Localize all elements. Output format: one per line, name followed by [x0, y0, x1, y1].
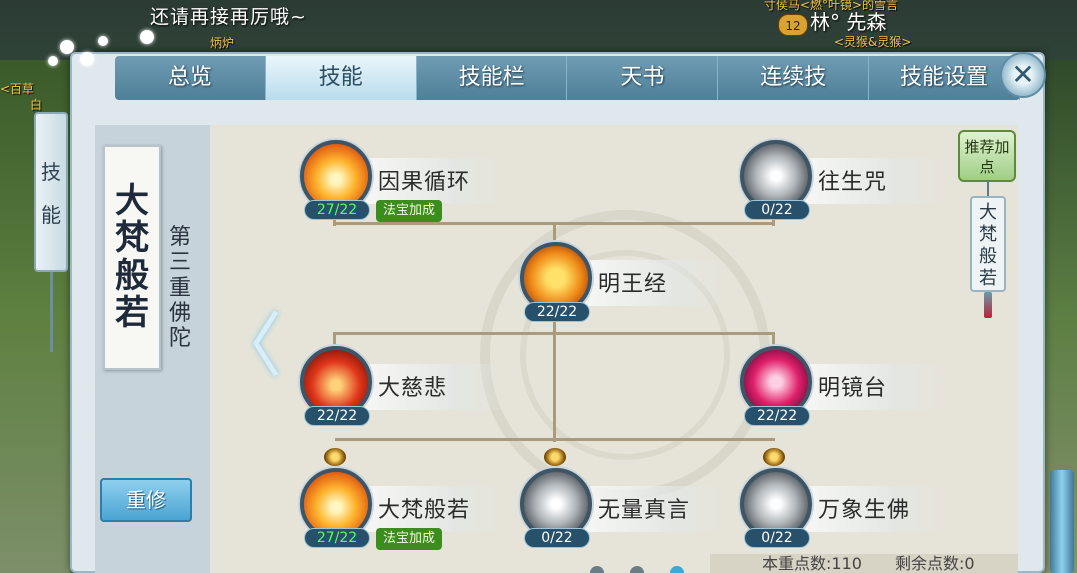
school-tag-char: 若	[979, 268, 997, 289]
side-tab-char: 能	[41, 203, 61, 227]
player-level-badge: 12	[778, 14, 808, 36]
page-dot[interactable]	[630, 566, 644, 573]
left-edge-text: 白	[30, 98, 43, 112]
tab-combo-skills[interactable]: 连续技	[718, 56, 870, 100]
skill-node[interactable]: 大慈悲 22/22	[298, 346, 508, 426]
remaining-points: 剩余点数:0	[895, 554, 975, 573]
subtitle-char: 重	[168, 275, 191, 301]
stage-points: 本重点数:110	[762, 554, 862, 573]
subtitle-char: 第	[168, 225, 191, 250]
skill-node[interactable]: 因果循环 27/22 法宝加成	[298, 140, 508, 222]
previous-page-arrow-icon[interactable]: 〈	[212, 310, 282, 390]
school-name-card: 大 梵 般 若	[103, 145, 161, 370]
tab-bar: 总览 技能 技能栏 天书 连续技 技能设置	[115, 56, 1020, 100]
skill-name: 万象生佛	[818, 498, 911, 523]
skill-name: 往生咒	[818, 170, 888, 195]
skill-level-count: 22/22	[744, 406, 810, 426]
right-scroll-rod	[1050, 470, 1074, 573]
skill-name: 大慈悲	[378, 376, 448, 401]
school-name-char: 梵	[115, 218, 149, 259]
hud-small-text: 炳炉	[210, 36, 235, 50]
tab-skills[interactable]: 技能	[265, 56, 417, 100]
tab-skill-bar[interactable]: 技能栏	[417, 56, 568, 100]
page-dot-active[interactable]	[670, 566, 684, 573]
subtitle-char: 佛	[168, 300, 191, 326]
left-edge-text: <百草	[0, 82, 35, 96]
tag-cord	[987, 180, 989, 196]
skill-node[interactable]: 明镜台 22/22	[738, 346, 948, 426]
skill-node[interactable]: 往生咒 0/22	[738, 140, 948, 220]
tree-connector	[335, 438, 775, 441]
skill-name: 因果循环	[378, 170, 471, 195]
skill-level-count: 22/22	[524, 302, 590, 322]
school-name-char: 若	[115, 292, 149, 333]
side-tab-skills[interactable]: 技 能	[34, 112, 68, 272]
tab-overview[interactable]: 总览	[115, 56, 266, 100]
recommend-points-button[interactable]: 推荐加点	[958, 130, 1016, 182]
skill-name: 明王经	[598, 272, 668, 297]
skill-node[interactable]: 大梵般若 27/22 法宝加成	[298, 468, 508, 550]
skill-level-count: 0/22	[744, 200, 810, 220]
reset-skills-button[interactable]: 重修	[100, 478, 192, 522]
subtitle-char: 三	[168, 250, 191, 276]
skill-level-count: 0/22	[744, 528, 810, 548]
school-tag[interactable]: 大 梵 般 若	[970, 196, 1006, 292]
skill-node[interactable]: 无量真言 0/22	[518, 468, 728, 548]
tree-connector	[335, 332, 775, 335]
page-dot[interactable]	[590, 566, 604, 573]
school-tag-char: 般	[979, 246, 997, 267]
skill-name: 大梵般若	[378, 498, 471, 523]
school-name-char: 大	[115, 180, 149, 221]
side-tab-rod	[50, 272, 53, 352]
skill-level-count: 0/22	[524, 528, 590, 548]
skill-node[interactable]: 明王经 22/22	[518, 242, 728, 322]
lock-orb-icon	[544, 448, 566, 466]
subtitle-char: 陀	[168, 326, 191, 352]
skill-level-count: 27/22	[304, 528, 370, 548]
points-footer: 本重点数:110 剩余点数:0	[710, 554, 1018, 573]
system-message: 还请再接再厉哦~	[150, 6, 307, 28]
skill-name: 无量真言	[598, 498, 691, 523]
skill-node[interactable]: 万象生佛 0/22	[738, 468, 948, 548]
skill-name: 明镜台	[818, 376, 888, 401]
tag-tassel	[984, 292, 992, 318]
tree-connector	[553, 322, 556, 442]
tab-heavenly-book[interactable]: 天书	[567, 56, 719, 100]
player-title: <灵猴&灵猴>	[834, 35, 912, 49]
side-tab-char: 技	[41, 160, 61, 184]
close-icon[interactable]: ✕	[1000, 52, 1046, 98]
skill-level-count: 22/22	[304, 406, 370, 426]
lock-orb-icon	[324, 448, 346, 466]
school-tag-char: 大	[979, 202, 997, 223]
artifact-bonus-badge: 法宝加成	[376, 528, 442, 550]
school-tag-char: 梵	[979, 224, 997, 245]
lock-orb-icon	[763, 448, 785, 466]
tab-skill-settings[interactable]: 技能设置	[869, 56, 1020, 100]
school-stage-subtitle: 第 三 重 佛 陀	[165, 225, 195, 351]
school-name-char: 般	[115, 255, 149, 296]
artifact-bonus-badge: 法宝加成	[376, 200, 442, 222]
player-name: 林° 先森	[810, 10, 887, 34]
skill-level-count: 27/22	[304, 200, 370, 220]
